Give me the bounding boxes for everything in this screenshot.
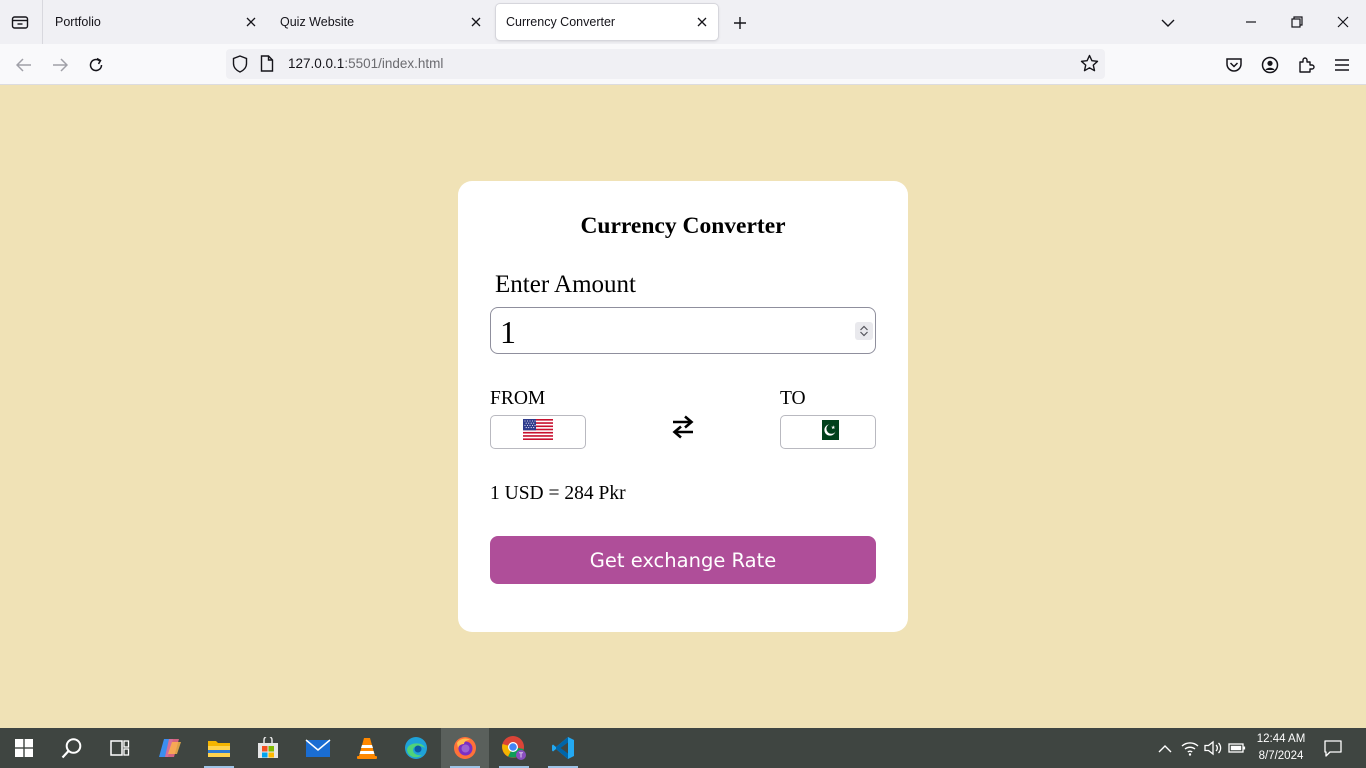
number-spinner[interactable] [855, 322, 873, 340]
url-path: :5501/index.html [344, 56, 444, 71]
get-exchange-rate-button[interactable]: Get exchange Rate [490, 536, 876, 584]
battery-icon[interactable] [1226, 728, 1248, 768]
search-icon[interactable] [48, 728, 96, 768]
close-icon[interactable] [464, 10, 488, 34]
clock-date: 8/7/2024 [1258, 750, 1304, 762]
chevron-down-icon [860, 331, 868, 337]
close-window-icon[interactable] [1320, 0, 1366, 44]
task-view-icon[interactable] [96, 728, 144, 768]
tab-title: Currency Converter [506, 15, 616, 29]
nav-toolbar: 127.0.0.1:5501/index.html [0, 44, 1366, 85]
url-bar[interactable]: 127.0.0.1:5501/index.html [226, 49, 1105, 79]
new-tab-icon[interactable] [728, 11, 752, 35]
close-icon[interactable] [239, 10, 263, 34]
from-label: FROM [490, 388, 546, 409]
page-title: Currency Converter [580, 213, 786, 239]
forward-icon[interactable] [47, 52, 73, 78]
back-icon[interactable] [11, 52, 37, 78]
file-explorer-icon[interactable] [195, 728, 243, 768]
minimize-icon[interactable] [1228, 0, 1274, 44]
wifi-icon[interactable] [1178, 728, 1202, 768]
amount-value: 1 [500, 314, 516, 350]
chrome-icon[interactable]: T [490, 728, 538, 768]
to-label: TO [780, 388, 806, 409]
tab-portfolio[interactable]: Portfolio [45, 4, 267, 40]
vlc-icon[interactable] [343, 728, 391, 768]
extensions-icon[interactable] [1293, 52, 1319, 78]
firefox-icon[interactable] [441, 728, 489, 768]
microsoft-store-icon[interactable] [244, 728, 292, 768]
converter-card: Currency Converter Enter Amount 1 FROM T… [458, 181, 908, 632]
vscode-icon[interactable] [539, 728, 587, 768]
svg-text:T: T [519, 753, 524, 760]
system-clock[interactable]: 12:44 AM 8/7/2024 [1252, 731, 1310, 765]
restore-icon[interactable] [1274, 0, 1320, 44]
tab-strip: Portfolio Quiz Website Currency Converte… [0, 0, 1366, 44]
copilot-icon[interactable] [146, 728, 194, 768]
menu-icon[interactable] [1329, 52, 1355, 78]
volume-icon[interactable] [1202, 728, 1224, 768]
account-icon[interactable] [1257, 52, 1283, 78]
to-currency-select[interactable] [780, 415, 876, 449]
tab-title: Quiz Website [280, 15, 355, 29]
shield-icon[interactable] [232, 55, 248, 78]
url-text: 127.0.0.1:5501/index.html [288, 56, 443, 71]
amount-label: Enter Amount [495, 271, 636, 298]
tab-list-icon[interactable] [8, 11, 32, 33]
reload-icon[interactable] [83, 52, 109, 78]
bookmark-star-icon[interactable] [1080, 54, 1099, 78]
mail-icon[interactable] [294, 728, 342, 768]
tab-quiz-website[interactable]: Quiz Website [270, 4, 492, 40]
exchange-rate-text: 1 USD = 284 Pkr [490, 483, 626, 504]
taskbar: T 12:44 AM 8/7/2024 [0, 728, 1366, 768]
amount-input[interactable]: 1 [490, 307, 876, 354]
page-info-icon[interactable] [260, 55, 274, 77]
windows-start-icon[interactable] [0, 728, 48, 768]
url-host: 127.0.0.1 [288, 56, 345, 71]
chevron-down-icon[interactable] [1156, 11, 1180, 35]
tab-title: Portfolio [55, 15, 101, 29]
tab-currency-converter[interactable]: Currency Converter [496, 4, 718, 40]
pk-flag-icon [817, 419, 839, 445]
from-currency-select[interactable] [490, 415, 586, 449]
clock-time: 12:44 AM [1256, 733, 1306, 745]
notification-icon[interactable] [1320, 728, 1346, 768]
pocket-icon[interactable] [1221, 52, 1247, 78]
tab-separator [42, 0, 43, 44]
chevron-up-icon[interactable] [1154, 728, 1176, 768]
us-flag-icon [523, 419, 553, 445]
edge-icon[interactable] [392, 728, 440, 768]
swap-icon[interactable] [669, 412, 697, 442]
close-icon[interactable] [690, 10, 714, 34]
